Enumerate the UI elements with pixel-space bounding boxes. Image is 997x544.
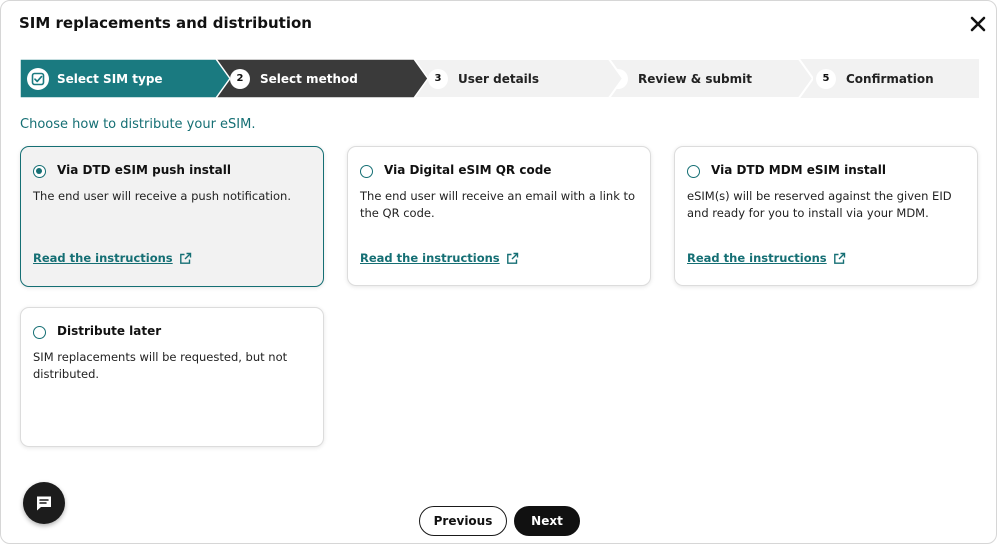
external-link-icon bbox=[179, 252, 191, 264]
option-card-distribute-later[interactable]: Distribute later SIM replacements will b… bbox=[20, 307, 324, 447]
option-title: Distribute later bbox=[57, 324, 162, 338]
modal-dialog: SIM replacements and distribution 5 Conf… bbox=[0, 0, 997, 544]
option-card-push-install[interactable]: Via DTD eSIM push install The end user w… bbox=[20, 146, 324, 287]
step-number: 3 bbox=[428, 68, 448, 89]
step-number: 2 bbox=[230, 68, 250, 89]
option-title: Via Digital eSIM QR code bbox=[384, 163, 552, 177]
modal-title: SIM replacements and distribution bbox=[19, 14, 312, 32]
step-label: Confirmation bbox=[846, 71, 934, 86]
progress-stepper: 5 Confirmation 4 Review & submit 3 User … bbox=[20, 59, 979, 98]
radio-distribute-later[interactable] bbox=[33, 326, 46, 339]
external-link-icon bbox=[833, 252, 845, 264]
step-confirmation: 5 Confirmation bbox=[791, 59, 979, 98]
link-text: Read the instructions bbox=[360, 251, 500, 265]
external-link-icon bbox=[506, 252, 518, 264]
step-select-method: 2 Select method bbox=[205, 59, 428, 98]
instruction-text: Choose how to distribute your eSIM. bbox=[20, 117, 256, 132]
radio-mdm-install[interactable] bbox=[687, 165, 700, 178]
step-select-sim-type[interactable]: Select SIM type bbox=[20, 59, 230, 98]
close-button[interactable] bbox=[967, 13, 989, 35]
link-text: Read the instructions bbox=[33, 251, 173, 265]
step-label: User details bbox=[458, 71, 540, 86]
read-instructions-link[interactable]: Read the instructions bbox=[33, 251, 192, 265]
step-user-details: 3 User details bbox=[403, 59, 623, 98]
option-description: The end user will receive a push notific… bbox=[33, 189, 291, 203]
step-label: Select SIM type bbox=[57, 71, 163, 86]
option-description: SIM replacements will be requested, but … bbox=[33, 350, 288, 381]
check-icon bbox=[31, 72, 45, 85]
radio-push-install[interactable] bbox=[33, 165, 46, 178]
step-complete-badge bbox=[27, 67, 49, 90]
close-icon bbox=[970, 16, 986, 32]
option-description: eSIM(s) will be reserved against the giv… bbox=[687, 189, 952, 220]
read-instructions-link[interactable]: Read the instructions bbox=[687, 251, 846, 265]
chat-button[interactable] bbox=[23, 482, 65, 524]
option-card-mdm-install[interactable]: Via DTD MDM eSIM install eSIM(s) will be… bbox=[674, 146, 978, 286]
option-title: Via DTD eSIM push install bbox=[57, 163, 231, 177]
option-card-qr-code[interactable]: Via Digital eSIM QR code The end user wi… bbox=[347, 146, 651, 286]
link-text: Read the instructions bbox=[687, 251, 827, 265]
option-description: The end user will receive an email with … bbox=[360, 189, 636, 220]
chat-icon bbox=[37, 496, 51, 511]
radio-qr-code[interactable] bbox=[360, 165, 373, 178]
read-instructions-link[interactable]: Read the instructions bbox=[360, 251, 519, 265]
next-button[interactable]: Next bbox=[514, 506, 580, 536]
previous-button[interactable]: Previous bbox=[419, 506, 507, 536]
step-label: Review & submit bbox=[638, 71, 752, 86]
option-title: Via DTD MDM eSIM install bbox=[711, 163, 886, 177]
step-label: Select method bbox=[260, 71, 358, 86]
step-number: 5 bbox=[816, 68, 836, 89]
